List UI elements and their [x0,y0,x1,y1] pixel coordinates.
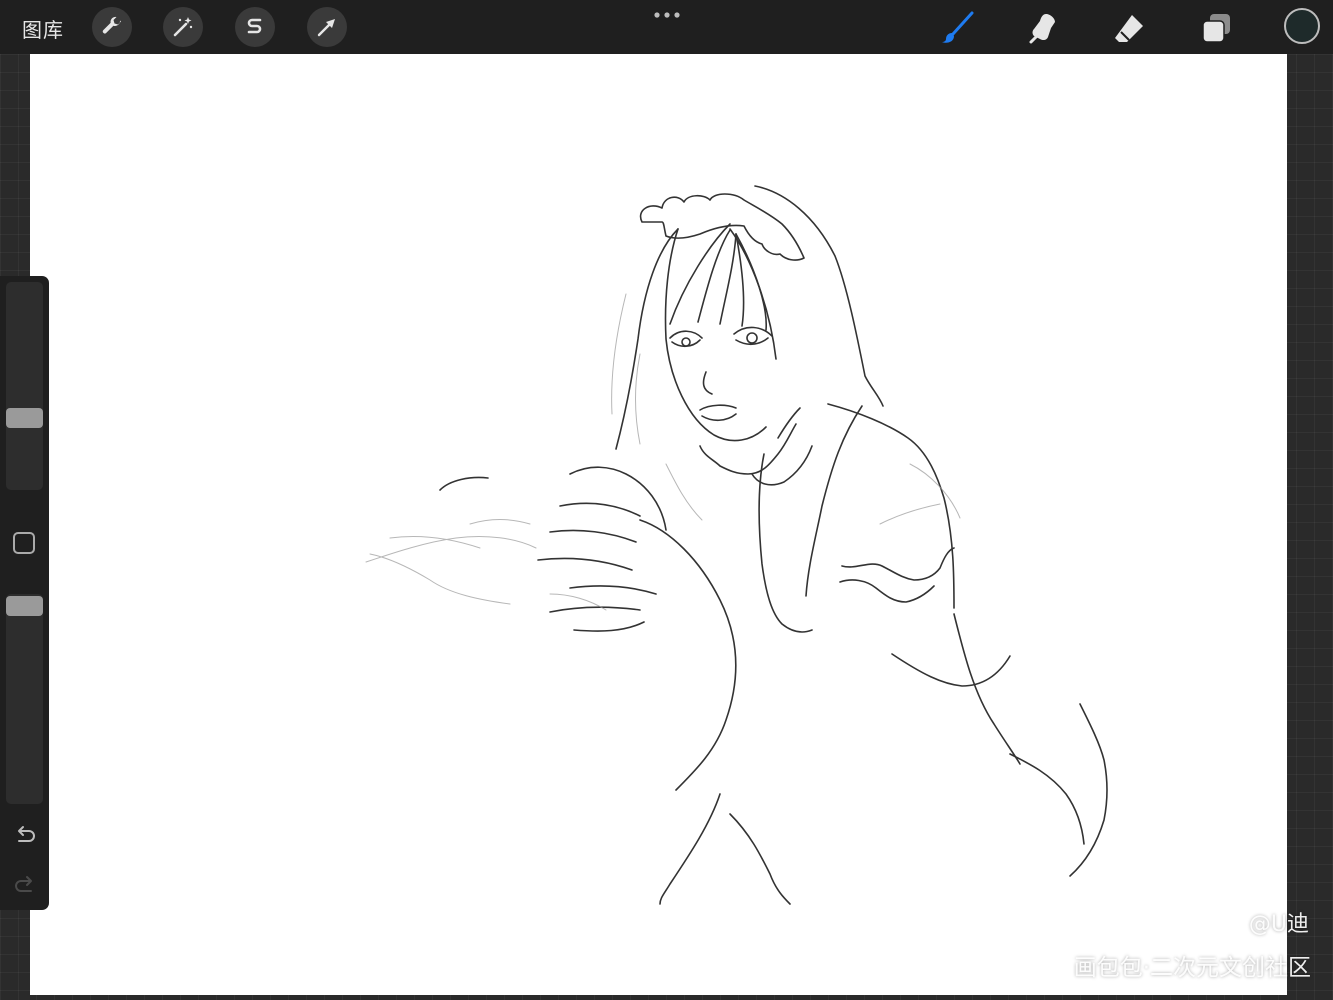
opacity-slider[interactable] [6,594,43,804]
layers-tool-button[interactable] [1196,8,1236,48]
transform-button[interactable] [307,7,347,47]
adjustments-button[interactable] [163,7,203,47]
top-toolbar: 图库 [0,0,1333,54]
left-sidebar [0,276,49,910]
redo-icon[interactable] [12,873,38,899]
magic-wand-icon [173,17,193,37]
transform-arrow-icon [317,19,335,37]
drawing-canvas[interactable] [30,54,1287,995]
eraser-icon [1115,15,1143,42]
eraser-tool-button[interactable] [1109,8,1149,48]
layers-icon [1202,14,1230,43]
selection-s-icon [247,18,262,34]
actions-button[interactable] [92,7,132,47]
selection-button[interactable] [235,7,275,47]
brush-tool-button[interactable] [937,8,977,48]
smudge-icon [1029,14,1055,44]
brush-size-thumb[interactable] [6,408,43,428]
smudge-tool-button[interactable] [1023,8,1063,48]
modify-button[interactable] [13,532,35,554]
brush-size-slider[interactable] [6,282,43,490]
more-options-icon[interactable] [650,6,684,24]
gallery-button[interactable]: 图库 [22,14,64,43]
brush-icon [942,11,974,43]
undo-icon[interactable] [12,823,38,849]
wrench-icon [102,16,121,34]
color-picker-button[interactable] [1284,8,1320,44]
watermark-site: 画包包·二次元文创社区 [1073,955,1311,981]
sketch-drawing [365,185,1108,905]
opacity-thumb[interactable] [6,596,43,616]
watermark-user: @U迪 [1248,912,1309,937]
